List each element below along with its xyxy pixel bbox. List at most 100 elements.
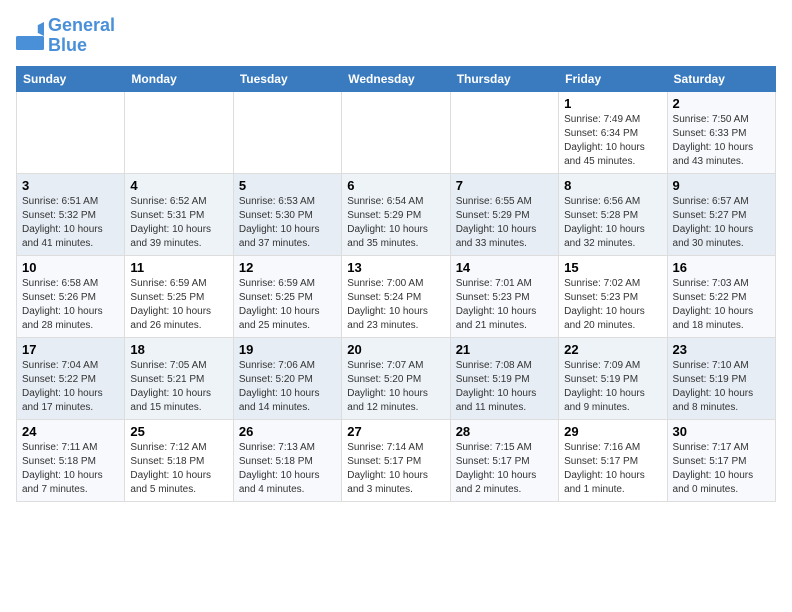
- calendar-day-cell: 23 Sunrise: 7:10 AM Sunset: 5:19 PM Dayli…: [667, 337, 775, 419]
- day-number: 14: [456, 260, 553, 275]
- day-info: Sunrise: 6:52 AM Sunset: 5:31 PM Dayligh…: [130, 195, 227, 251]
- day-number: 11: [130, 260, 227, 275]
- day-info: Sunrise: 7:02 AM Sunset: 5:23 PM Dayligh…: [564, 277, 661, 333]
- calendar-week-row: 24Sunrise: 7:11 AM Sunset: 5:18 PM Dayli…: [17, 419, 776, 501]
- day-info: Sunrise: 7:15 AM Sunset: 5:17 PM Dayligh…: [456, 441, 553, 497]
- weekday-header-cell: Wednesday: [342, 66, 450, 91]
- day-number: 9: [673, 178, 770, 193]
- day-number: 6: [347, 178, 444, 193]
- weekday-header-row: SundayMondayTuesdayWednesdayThursdayFrid…: [17, 66, 776, 91]
- day-info: Sunrise: 7:13 AM Sunset: 5:18 PM Dayligh…: [239, 441, 336, 497]
- day-info: Sunrise: 7:09 AM Sunset: 5:19 PM Dayligh…: [564, 359, 661, 415]
- calendar-day-cell: 4 Sunrise: 6:52 AM Sunset: 5:31 PM Daylig…: [125, 173, 233, 255]
- day-info: Sunrise: 6:55 AM Sunset: 5:29 PM Dayligh…: [456, 195, 553, 251]
- day-number: 22: [564, 342, 661, 357]
- day-number: 18: [130, 342, 227, 357]
- calendar-day-cell: 16Sunrise: 7:03 AM Sunset: 5:22 PM Dayli…: [667, 255, 775, 337]
- calendar-day-cell: 28 Sunrise: 7:15 AM Sunset: 5:17 PM Dayli…: [450, 419, 558, 501]
- weekday-header-cell: Monday: [125, 66, 233, 91]
- logo-text: General Blue: [48, 16, 115, 56]
- calendar-day-cell: 19 Sunrise: 7:06 AM Sunset: 5:20 PM Dayli…: [233, 337, 341, 419]
- day-number: 1: [564, 96, 661, 111]
- day-number: 10: [22, 260, 119, 275]
- calendar-day-cell: 11 Sunrise: 6:59 AM Sunset: 5:25 PM Dayli…: [125, 255, 233, 337]
- calendar-day-cell: 30 Sunrise: 7:17 AM Sunset: 5:17 PM Dayli…: [667, 419, 775, 501]
- calendar-day-cell: 18 Sunrise: 7:05 AM Sunset: 5:21 PM Dayli…: [125, 337, 233, 419]
- day-info: Sunrise: 7:08 AM Sunset: 5:19 PM Dayligh…: [456, 359, 553, 415]
- day-number: 27: [347, 424, 444, 439]
- day-number: 20: [347, 342, 444, 357]
- day-info: Sunrise: 6:51 AM Sunset: 5:32 PM Dayligh…: [22, 195, 119, 251]
- calendar-day-cell: [233, 91, 341, 173]
- header: General Blue: [16, 16, 776, 56]
- logo-icon: [16, 22, 44, 50]
- calendar-day-cell: 12 Sunrise: 6:59 AM Sunset: 5:25 PM Dayli…: [233, 255, 341, 337]
- calendar-day-cell: 13Sunrise: 7:00 AM Sunset: 5:24 PM Dayli…: [342, 255, 450, 337]
- day-number: 28: [456, 424, 553, 439]
- weekday-header-cell: Saturday: [667, 66, 775, 91]
- day-number: 2: [673, 96, 770, 111]
- day-info: Sunrise: 7:03 AM Sunset: 5:22 PM Dayligh…: [673, 277, 770, 333]
- calendar-day-cell: 20 Sunrise: 7:07 AM Sunset: 5:20 PM Dayli…: [342, 337, 450, 419]
- day-info: Sunrise: 7:49 AM Sunset: 6:34 PM Dayligh…: [564, 113, 661, 169]
- day-number: 25: [130, 424, 227, 439]
- day-number: 17: [22, 342, 119, 357]
- calendar-day-cell: [342, 91, 450, 173]
- calendar-day-cell: 10 Sunrise: 6:58 AM Sunset: 5:26 PM Dayli…: [17, 255, 125, 337]
- calendar-day-cell: 29 Sunrise: 7:16 AM Sunset: 5:17 PM Dayli…: [559, 419, 667, 501]
- day-number: 4: [130, 178, 227, 193]
- day-number: 19: [239, 342, 336, 357]
- day-info: Sunrise: 7:05 AM Sunset: 5:21 PM Dayligh…: [130, 359, 227, 415]
- weekday-header-cell: Tuesday: [233, 66, 341, 91]
- calendar-day-cell: 8 Sunrise: 6:56 AM Sunset: 5:28 PM Daylig…: [559, 173, 667, 255]
- calendar-day-cell: 2 Sunrise: 7:50 AM Sunset: 6:33 PM Daylig…: [667, 91, 775, 173]
- day-info: Sunrise: 7:11 AM Sunset: 5:18 PM Dayligh…: [22, 441, 119, 497]
- calendar-day-cell: 21Sunrise: 7:08 AM Sunset: 5:19 PM Dayli…: [450, 337, 558, 419]
- calendar-day-cell: 3Sunrise: 6:51 AM Sunset: 5:32 PM Daylig…: [17, 173, 125, 255]
- day-number: 7: [456, 178, 553, 193]
- day-number: 8: [564, 178, 661, 193]
- day-info: Sunrise: 7:01 AM Sunset: 5:23 PM Dayligh…: [456, 277, 553, 333]
- calendar-day-cell: 24Sunrise: 7:11 AM Sunset: 5:18 PM Dayli…: [17, 419, 125, 501]
- calendar-day-cell: 7 Sunrise: 6:55 AM Sunset: 5:29 PM Daylig…: [450, 173, 558, 255]
- calendar-day-cell: 25 Sunrise: 7:12 AM Sunset: 5:18 PM Dayli…: [125, 419, 233, 501]
- day-info: Sunrise: 6:56 AM Sunset: 5:28 PM Dayligh…: [564, 195, 661, 251]
- calendar-day-cell: 14 Sunrise: 7:01 AM Sunset: 5:23 PM Dayli…: [450, 255, 558, 337]
- day-info: Sunrise: 7:16 AM Sunset: 5:17 PM Dayligh…: [564, 441, 661, 497]
- day-info: Sunrise: 6:53 AM Sunset: 5:30 PM Dayligh…: [239, 195, 336, 251]
- day-info: Sunrise: 7:12 AM Sunset: 5:18 PM Dayligh…: [130, 441, 227, 497]
- calendar-week-row: 3Sunrise: 6:51 AM Sunset: 5:32 PM Daylig…: [17, 173, 776, 255]
- day-info: Sunrise: 7:14 AM Sunset: 5:17 PM Dayligh…: [347, 441, 444, 497]
- day-number: 30: [673, 424, 770, 439]
- day-info: Sunrise: 6:59 AM Sunset: 5:25 PM Dayligh…: [130, 277, 227, 333]
- weekday-header-cell: Thursday: [450, 66, 558, 91]
- day-number: 12: [239, 260, 336, 275]
- day-info: Sunrise: 7:06 AM Sunset: 5:20 PM Dayligh…: [239, 359, 336, 415]
- day-number: 15: [564, 260, 661, 275]
- day-info: Sunrise: 7:00 AM Sunset: 5:24 PM Dayligh…: [347, 277, 444, 333]
- day-info: Sunrise: 7:17 AM Sunset: 5:17 PM Dayligh…: [673, 441, 770, 497]
- day-number: 5: [239, 178, 336, 193]
- calendar-day-cell: 6 Sunrise: 6:54 AM Sunset: 5:29 PM Daylig…: [342, 173, 450, 255]
- day-info: Sunrise: 6:58 AM Sunset: 5:26 PM Dayligh…: [22, 277, 119, 333]
- calendar-day-cell: 22 Sunrise: 7:09 AM Sunset: 5:19 PM Dayli…: [559, 337, 667, 419]
- day-number: 26: [239, 424, 336, 439]
- day-info: Sunrise: 7:10 AM Sunset: 5:19 PM Dayligh…: [673, 359, 770, 415]
- calendar-day-cell: 1 Sunrise: 7:49 AM Sunset: 6:34 PM Daylig…: [559, 91, 667, 173]
- calendar-day-cell: 5 Sunrise: 6:53 AM Sunset: 5:30 PM Daylig…: [233, 173, 341, 255]
- day-info: Sunrise: 6:59 AM Sunset: 5:25 PM Dayligh…: [239, 277, 336, 333]
- logo: General Blue: [16, 16, 115, 56]
- calendar-day-cell: [450, 91, 558, 173]
- calendar-day-cell: 15 Sunrise: 7:02 AM Sunset: 5:23 PM Dayli…: [559, 255, 667, 337]
- day-info: Sunrise: 7:50 AM Sunset: 6:33 PM Dayligh…: [673, 113, 770, 169]
- calendar-table: SundayMondayTuesdayWednesdayThursdayFrid…: [16, 66, 776, 502]
- weekday-header-cell: Friday: [559, 66, 667, 91]
- weekday-header-cell: Sunday: [17, 66, 125, 91]
- day-info: Sunrise: 7:07 AM Sunset: 5:20 PM Dayligh…: [347, 359, 444, 415]
- day-number: 29: [564, 424, 661, 439]
- day-number: 23: [673, 342, 770, 357]
- calendar-day-cell: 27 Sunrise: 7:14 AM Sunset: 5:17 PM Dayli…: [342, 419, 450, 501]
- calendar-week-row: 17Sunrise: 7:04 AM Sunset: 5:22 PM Dayli…: [17, 337, 776, 419]
- day-info: Sunrise: 6:54 AM Sunset: 5:29 PM Dayligh…: [347, 195, 444, 251]
- calendar-day-cell: [125, 91, 233, 173]
